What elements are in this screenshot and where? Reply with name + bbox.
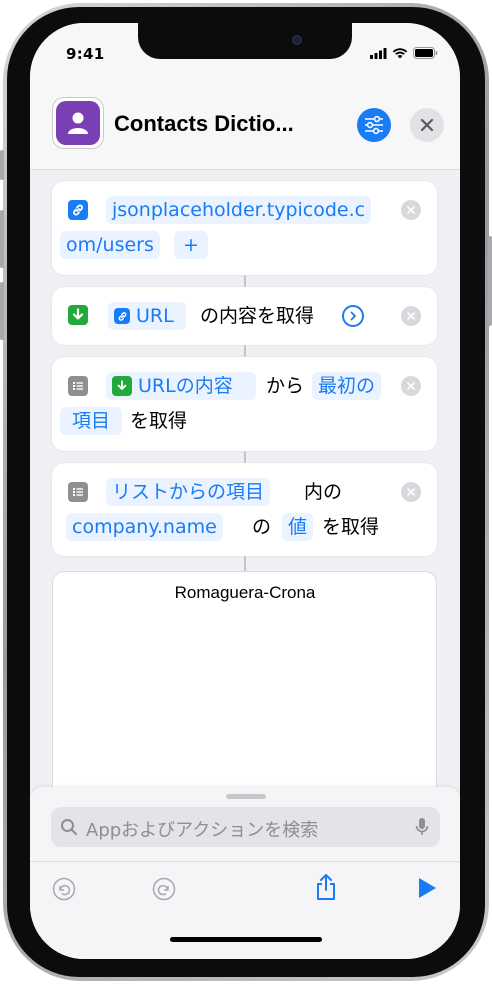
download-icon (112, 376, 132, 396)
mic-icon[interactable] (415, 817, 429, 837)
item-token[interactable]: 項目 (60, 407, 122, 435)
chevron-right-icon (350, 311, 356, 321)
redo-icon (152, 877, 176, 901)
action-card-get-contents[interactable]: URL の内容を取得 (52, 287, 437, 345)
close-icon (420, 118, 434, 132)
action-card-dictionary-value[interactable]: リストからの項目 内の company.name の 値 を取得 (52, 463, 437, 556)
value-token[interactable]: 値 (282, 513, 314, 541)
connector (244, 345, 246, 357)
search-icon (61, 819, 77, 835)
of-text: の (252, 516, 272, 538)
close-icon (407, 312, 415, 320)
from-text: から (266, 375, 305, 397)
shortcut-title[interactable]: Contacts Dictio... (114, 111, 294, 137)
volume-up-button (0, 210, 4, 268)
remove-action-button[interactable] (401, 306, 421, 326)
screen: 9:41 Contacts Dictio... jsonplaceholder.… (30, 23, 460, 959)
url-token-line2[interactable]: om/users (60, 231, 160, 259)
remove-action-button[interactable] (401, 376, 421, 396)
url-variable-token[interactable]: URL (108, 302, 186, 330)
get-text: を取得 (130, 410, 188, 432)
status-icons (370, 47, 438, 59)
close-icon (407, 382, 415, 390)
connector (244, 556, 246, 571)
first-item-token[interactable]: 最初の (312, 372, 382, 400)
close-icon (407, 206, 415, 214)
close-icon (407, 488, 415, 496)
connector (244, 275, 246, 287)
person-icon (68, 112, 88, 134)
battery-icon (413, 47, 438, 59)
close-button[interactable] (410, 108, 444, 142)
share-icon (317, 874, 335, 900)
key-token[interactable]: company.name (66, 513, 223, 541)
remove-action-button[interactable] (401, 482, 421, 502)
toolbar-divider (30, 861, 460, 862)
undo-icon (52, 877, 76, 901)
download-icon (68, 305, 88, 325)
in-text: 内の (304, 481, 343, 503)
get-text: を取得 (322, 516, 380, 538)
wifi-icon (392, 47, 408, 58)
notch (138, 23, 352, 59)
list-icon (68, 376, 88, 396)
result-text: Romaguera-Crona (174, 583, 316, 602)
play-icon (419, 878, 436, 898)
sliders-icon (365, 116, 383, 134)
shortcut-icon[interactable] (52, 97, 104, 149)
run-button[interactable] (416, 876, 438, 900)
link-icon (68, 200, 88, 220)
mute-switch (0, 150, 4, 180)
status-time: 9:41 (66, 45, 105, 63)
front-camera (292, 35, 302, 45)
expand-button[interactable] (342, 305, 364, 327)
volume-down-button (0, 282, 4, 340)
settings-button[interactable] (357, 108, 391, 142)
get-contents-text: の内容を取得 (200, 305, 315, 327)
action-card-get-item[interactable]: URLの内容 から 最初の 項目 を取得 (52, 357, 437, 451)
item-from-list-token[interactable]: リストからの項目 (106, 478, 271, 506)
sheet-grabber[interactable] (226, 794, 266, 799)
url-token-line1[interactable]: jsonplaceholder.typicode.c (106, 196, 372, 224)
add-url-button[interactable]: + (174, 231, 208, 259)
url-contents-label: URLの内容 (138, 375, 233, 397)
url-variable-label: URL (136, 305, 174, 327)
undo-button[interactable] (52, 877, 76, 901)
redo-button[interactable] (152, 877, 176, 901)
action-card-url[interactable]: jsonplaceholder.typicode.c om/users + (52, 181, 437, 275)
url-contents-token[interactable]: URLの内容 (106, 372, 256, 400)
home-indicator[interactable] (170, 937, 322, 942)
remove-action-button[interactable] (401, 200, 421, 220)
signal-icon (370, 47, 387, 59)
list-icon (68, 482, 88, 502)
side-button (488, 236, 492, 326)
search-placeholder: Appおよびアクションを検索 (86, 820, 319, 841)
share-button[interactable] (314, 873, 338, 901)
connector (244, 451, 246, 463)
link-icon (114, 308, 130, 324)
